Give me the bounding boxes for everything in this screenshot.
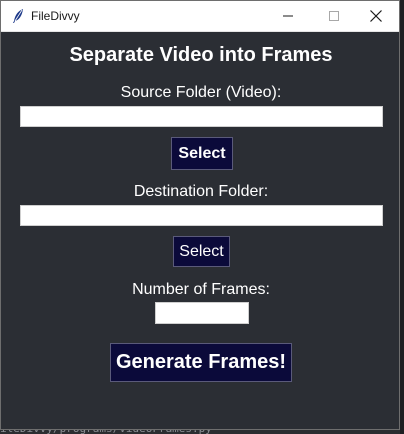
- title-bar[interactable]: FileDivvy: [1, 1, 399, 32]
- form-panel: Separate Video into Frames Source Folder…: [1, 32, 399, 429]
- frames-count-label: Number of Frames:: [132, 281, 270, 298]
- close-button[interactable]: [353, 1, 399, 31]
- window-title: FileDivvy: [31, 9, 80, 23]
- source-folder-input[interactable]: [20, 106, 383, 127]
- close-icon: [370, 10, 382, 22]
- app-window: FileDivvy Separate Video into Frames Sou…: [0, 0, 400, 430]
- destination-folder-label: Destination Folder:: [133, 183, 269, 200]
- destination-folder-input[interactable]: [20, 205, 383, 226]
- feather-icon: [11, 8, 25, 24]
- page-title: Separate Video into Frames: [69, 44, 333, 66]
- maximize-button[interactable]: [311, 1, 357, 31]
- select-source-button[interactable]: Select: [171, 137, 233, 170]
- generate-frames-button[interactable]: Generate Frames!: [110, 343, 292, 382]
- source-folder-label: Source Folder (Video):: [120, 84, 282, 101]
- minimize-button[interactable]: [265, 1, 311, 31]
- maximize-icon: [329, 11, 339, 21]
- select-destination-button[interactable]: Select: [173, 236, 230, 267]
- minimize-icon: [283, 15, 293, 17]
- frames-count-input[interactable]: [155, 302, 249, 324]
